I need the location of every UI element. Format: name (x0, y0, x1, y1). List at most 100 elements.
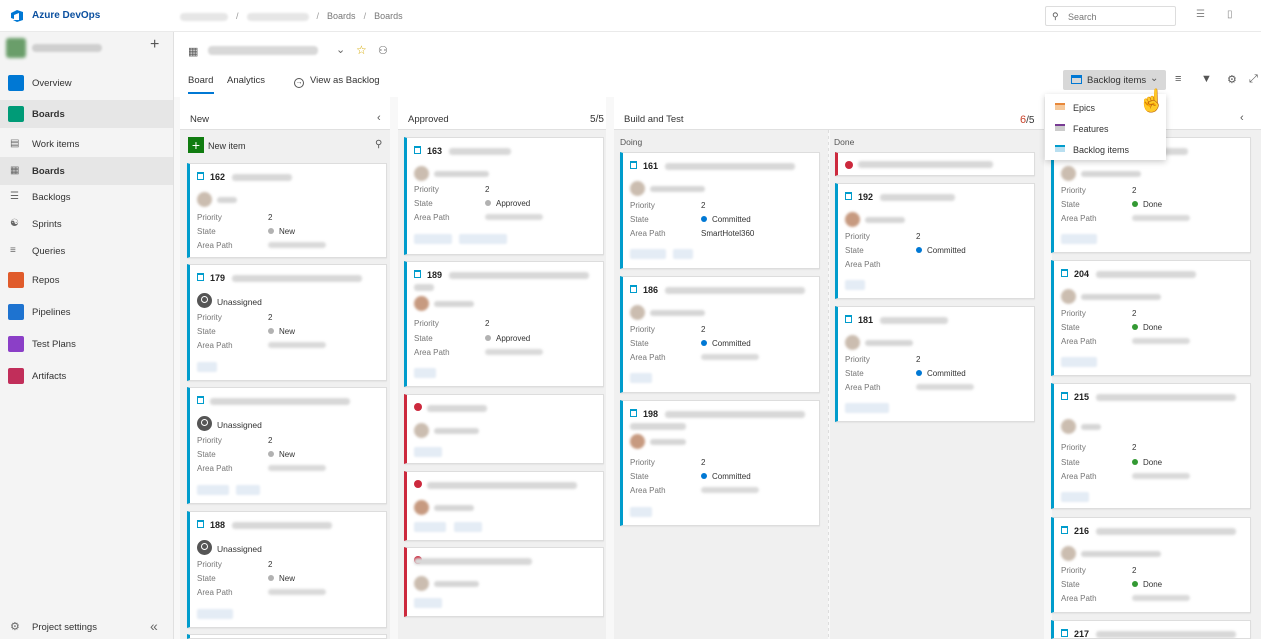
sidebar-item-pipelines[interactable]: Pipelines (0, 298, 173, 326)
settings-sliders-icon[interactable]: ≡ (1175, 73, 1181, 85)
list-icon[interactable]: ☰ (1196, 9, 1208, 21)
state-value[interactable]: Committed (701, 472, 751, 481)
card-title[interactable] (665, 411, 805, 418)
card-217[interactable]: 217 (1051, 620, 1251, 639)
card-title[interactable] (858, 161, 993, 168)
state-value[interactable]: Approved (485, 334, 530, 343)
state-value[interactable]: Committed (916, 369, 966, 378)
card-title[interactable] (427, 405, 487, 412)
tag[interactable] (197, 362, 217, 372)
sidebar-item-repos[interactable]: Repos (0, 266, 173, 294)
breadcrumb-boards[interactable]: Boards (327, 11, 356, 21)
card-title[interactable] (232, 275, 362, 282)
tag[interactable] (630, 373, 652, 383)
state-value[interactable]: New (268, 327, 295, 336)
card-216[interactable]: 216 Priority 2 State Done Area Path (1051, 517, 1251, 613)
card-partial[interactable] (187, 634, 387, 639)
sidebar-item-boards-sub[interactable]: ▦ Boards (0, 157, 173, 185)
card-title[interactable] (427, 482, 577, 489)
tag[interactable] (673, 249, 693, 259)
breadcrumb-project[interactable] (246, 12, 309, 21)
card-title[interactable] (414, 558, 532, 565)
gear-icon[interactable]: ⚙ (1227, 73, 1237, 86)
card-title[interactable] (1096, 271, 1196, 278)
tag[interactable] (845, 280, 865, 290)
tag[interactable] (454, 522, 482, 532)
state-value[interactable]: Done (1132, 323, 1162, 332)
tag[interactable] (1061, 357, 1097, 367)
card-162[interactable]: 162 Priority 2 State New Area Path (187, 163, 387, 258)
marketplace-bag-icon[interactable]: ▯ (1227, 9, 1239, 21)
view-as-backlog-button[interactable]: → View as Backlog (294, 75, 380, 88)
state-value[interactable]: New (268, 574, 295, 583)
card-title[interactable] (880, 194, 955, 201)
card-204[interactable]: 204 Priority 2 State Done Area Path (1051, 260, 1251, 376)
card-title[interactable] (449, 148, 511, 155)
expand-icon[interactable]: ⤢ (1249, 73, 1258, 86)
sidebar-item-work-items[interactable]: ▤ Work items (0, 130, 173, 158)
sidebar-item-sprints[interactable]: ☯ Sprints (0, 210, 173, 238)
card-title[interactable] (1096, 631, 1236, 638)
state-value[interactable]: Committed (916, 246, 966, 255)
card-215[interactable]: 215 Priority 2 State Done Area Path (1051, 383, 1251, 509)
state-value[interactable]: Done (1132, 580, 1162, 589)
state-value[interactable]: Done (1132, 458, 1162, 467)
team-members-icon[interactable]: ⚇ (378, 44, 388, 57)
card-189[interactable]: 189 Priority 2 State Approved Area Path (404, 261, 604, 387)
tag[interactable] (236, 485, 260, 495)
tag[interactable] (414, 234, 452, 244)
tab-analytics[interactable]: Analytics (227, 75, 265, 86)
card-title[interactable] (210, 398, 350, 405)
tag[interactable] (414, 447, 442, 457)
card-179[interactable]: 179 Unassigned Priority 2 State New Area P… (187, 264, 387, 381)
card-title[interactable] (880, 317, 948, 324)
backlog-level-picker[interactable]: Backlog items ⌄ (1063, 70, 1166, 90)
card-163[interactable]: 163 Priority 2 State Approved Area Path (404, 137, 604, 255)
sidebar-item-boards[interactable]: Boards (0, 100, 173, 128)
sidebar-item-artifacts[interactable]: Artifacts (0, 362, 173, 390)
sidebar-item-test-plans[interactable]: Test Plans (0, 330, 173, 358)
menu-item-backlog-items[interactable]: Backlog items (1045, 138, 1166, 159)
card-181[interactable]: 181 Priority 2 State Committed Area Path (835, 306, 1035, 422)
tag[interactable] (630, 507, 652, 517)
card-title[interactable] (1096, 394, 1236, 401)
state-value[interactable]: New (268, 450, 295, 459)
breadcrumb-org[interactable] (180, 12, 228, 21)
card-title[interactable] (1096, 528, 1236, 535)
card-title[interactable] (232, 522, 332, 529)
tag[interactable] (414, 522, 446, 532)
breadcrumb-boards-current[interactable]: Boards (374, 11, 403, 21)
project-settings[interactable]: ⚙ Project settings « (0, 614, 173, 639)
card-title[interactable] (232, 174, 292, 181)
card-title[interactable] (449, 272, 589, 279)
sidebar-item-overview[interactable]: Overview (0, 69, 173, 97)
tag[interactable] (197, 609, 233, 619)
collapse-column-icon[interactable]: ‹ (1240, 112, 1244, 124)
tag[interactable] (630, 249, 666, 259)
brand-name[interactable]: Azure DevOps (32, 10, 100, 21)
tag[interactable] (197, 485, 229, 495)
tag[interactable] (414, 598, 442, 608)
card-new-3[interactable]: Unassigned Priority 2 State New Area Path (187, 387, 387, 504)
state-value[interactable]: New (268, 227, 295, 236)
tab-board[interactable]: Board (188, 75, 215, 94)
azure-devops-logo-icon[interactable] (10, 9, 24, 23)
menu-item-features[interactable]: Features (1045, 117, 1166, 138)
new-project-icon[interactable]: + (150, 36, 159, 54)
card-bug-done[interactable] (835, 152, 1035, 176)
tag[interactable] (459, 234, 507, 244)
tag[interactable] (1061, 234, 1097, 244)
card-192[interactable]: 192 Priority 2 State Committed Area Path (835, 183, 1035, 299)
sidebar-item-backlogs[interactable]: ☰ Backlogs (0, 183, 173, 211)
card-title[interactable] (665, 287, 805, 294)
card-161[interactable]: 161 Priority 2 State Committed Area Path Sm… (620, 152, 820, 269)
search-box[interactable]: ⚲ Search (1045, 6, 1176, 26)
sidebar-item-queries[interactable]: ≡ Queries (0, 237, 173, 265)
card-188[interactable]: 188 Unassigned Priority 2 State New Area P… (187, 511, 387, 628)
favorite-star-icon[interactable]: ☆ (356, 43, 367, 57)
team-board-name[interactable] (208, 46, 318, 55)
card-bug-3[interactable] (404, 547, 604, 617)
tag[interactable] (1061, 492, 1089, 502)
card-title[interactable] (665, 163, 795, 170)
state-value[interactable]: Approved (485, 199, 530, 208)
